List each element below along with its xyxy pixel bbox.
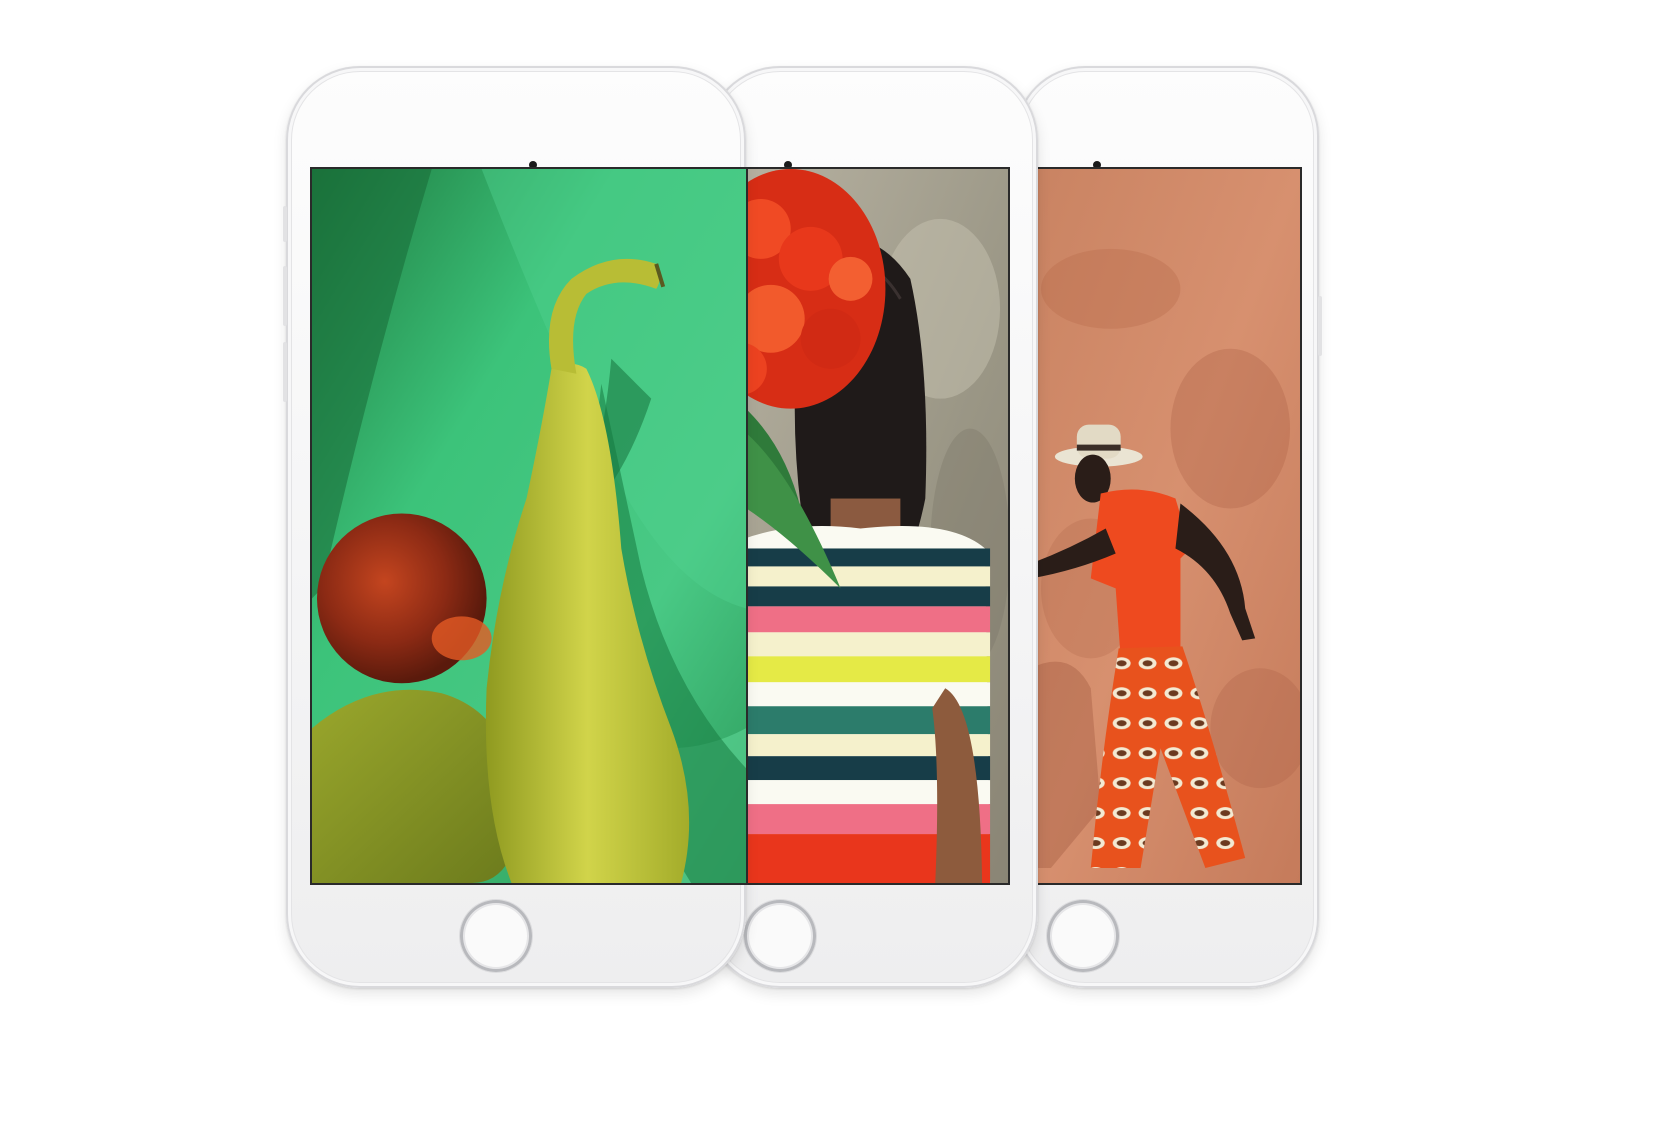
photo-man-orange-wall bbox=[1031, 169, 1300, 883]
phone-middle bbox=[706, 66, 1038, 988]
sensor-icon bbox=[1093, 161, 1101, 169]
phone-left bbox=[283, 66, 746, 988]
phone-right bbox=[1015, 66, 1322, 988]
home-button-icon bbox=[744, 900, 816, 972]
side-button bbox=[1318, 296, 1322, 356]
phone-middle-screen bbox=[721, 169, 1008, 883]
product-scene bbox=[0, 0, 1674, 1122]
side-button bbox=[283, 266, 287, 326]
side-button bbox=[283, 206, 287, 242]
phone-left-screen bbox=[312, 169, 746, 883]
photo-green-fabric-fruit bbox=[312, 169, 746, 883]
sensor-icon bbox=[529, 161, 537, 169]
home-button-icon bbox=[460, 900, 532, 972]
side-button bbox=[283, 342, 287, 402]
home-button-icon bbox=[1047, 900, 1119, 972]
photo-woman-striped-shirt bbox=[721, 169, 1008, 883]
phone-right-screen bbox=[1031, 169, 1300, 883]
sensor-icon bbox=[784, 161, 792, 169]
